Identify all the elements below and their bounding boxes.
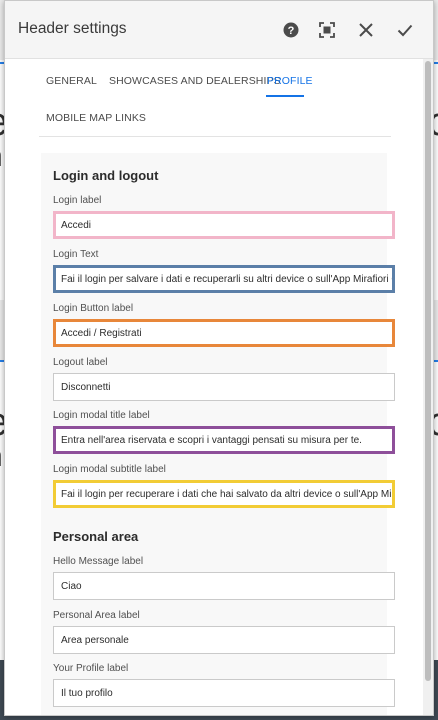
- login-text-label: Login Text: [53, 249, 99, 260]
- login-modal-subtitle-input[interactable]: Fai il login per recuperare i dati che h…: [53, 480, 395, 508]
- check-icon[interactable]: [394, 19, 416, 41]
- your-profile-label: Your Profile label: [53, 663, 129, 674]
- tab-profile[interactable]: PROFILE: [267, 75, 313, 87]
- fullscreen-icon[interactable]: [316, 19, 338, 41]
- scrollbar-thumb[interactable]: [425, 61, 431, 681]
- background-glyph: n: [0, 140, 3, 174]
- background-glyph: n: [0, 440, 3, 474]
- section-title-login: Login and logout: [53, 168, 159, 183]
- personal-area-input[interactable]: Area personale: [53, 626, 395, 654]
- logout-label-input[interactable]: Disconnetti: [53, 373, 395, 401]
- section-title-personal-area: Personal area: [53, 529, 139, 544]
- personal-area-label: Personal Area label: [53, 610, 140, 621]
- login-label-input[interactable]: Accedi: [53, 211, 395, 239]
- dialog-header: Header settings ?: [5, 1, 433, 59]
- help-icon[interactable]: ?: [280, 19, 302, 41]
- tab-showcases-and-dealerships[interactable]: SHOWCASES AND DEALERSHIPS: [109, 75, 281, 87]
- your-profile-input[interactable]: Il tuo profilo: [53, 679, 395, 707]
- login-text-input[interactable]: Fai il login per salvare i dati e recupe…: [53, 265, 395, 293]
- login-modal-subtitle-label: Login modal subtitle label: [53, 464, 166, 475]
- login-modal-title-input[interactable]: Entra nell'area riservata e scopri i van…: [53, 426, 395, 454]
- tab-mobile-map-links[interactable]: MOBILE MAP LINKS: [46, 112, 146, 124]
- login-label-label: Login label: [53, 195, 102, 206]
- hello-message-input[interactable]: Ciao: [53, 572, 395, 600]
- login-modal-title-label: Login modal title label: [53, 410, 150, 421]
- hello-message-label: Hello Message label: [53, 556, 144, 567]
- dialog-title: Header settings: [18, 20, 127, 37]
- tab-bar: GENERAL SHOWCASES AND DEALERSHIPS PROFIL…: [5, 59, 433, 137]
- login-button-label-input[interactable]: Accedi / Registrati: [53, 319, 395, 347]
- svg-text:?: ?: [288, 25, 295, 37]
- login-button-label-label: Login Button label: [53, 303, 134, 314]
- active-tab-indicator: [266, 95, 304, 97]
- form-scroll-area[interactable]: Login and logout Login label Accedi Logi…: [5, 138, 425, 715]
- header-settings-dialog: Header settings ? GENERAL SHOWCASES AND …: [4, 0, 434, 716]
- tabs-divider: [39, 136, 391, 137]
- scrollbar[interactable]: [423, 59, 433, 715]
- close-icon[interactable]: [355, 19, 377, 41]
- tab-general[interactable]: GENERAL: [46, 75, 97, 87]
- logout-label-label: Logout label: [53, 357, 108, 368]
